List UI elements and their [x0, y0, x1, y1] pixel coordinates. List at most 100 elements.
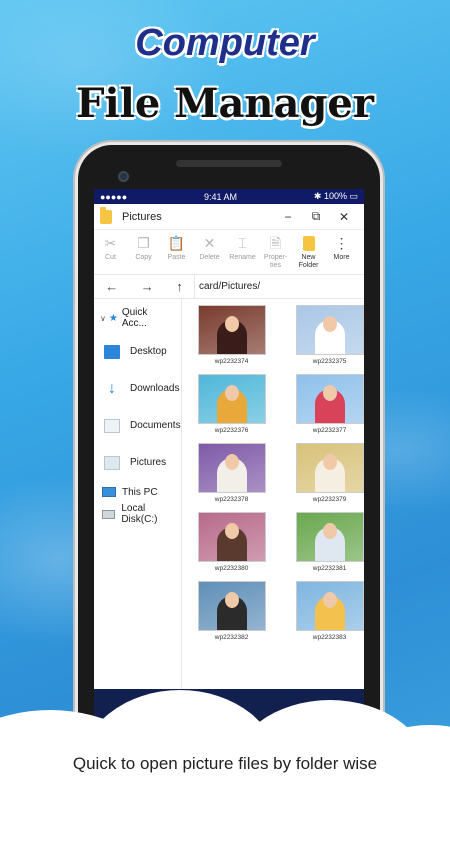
properties-button[interactable]: 🗎 Proper- ties	[259, 234, 292, 270]
image-thumbnail	[197, 374, 266, 424]
sidebar-item-label: Downloads	[130, 383, 180, 394]
ribbon-label: More	[333, 254, 350, 261]
sidebar-item-label: This PC	[122, 486, 158, 498]
rename-icon: ⌶	[238, 235, 247, 251]
delete-icon: ✕	[203, 235, 216, 251]
explorer-body: ∨ ★ Quick Acc... Desktop ↓ Downloads Doc…	[94, 299, 364, 689]
ribbon-label: Paste	[167, 254, 186, 261]
maximize-button[interactable]: ⧉	[302, 209, 330, 224]
file-name: wp2232378	[214, 496, 249, 503]
image-thumbnail	[295, 581, 364, 631]
file-item[interactable]: wp2232378	[190, 443, 274, 506]
window-titlebar: Pictures − ⧉ ✕	[94, 204, 364, 230]
sidebar-item-label: Pictures	[130, 457, 167, 468]
sidebar-item-label: Desktop	[130, 346, 167, 357]
more-icon: ⋮	[334, 235, 349, 251]
forward-arrow-icon[interactable]: →	[141, 279, 154, 294]
download-icon: ↓	[108, 379, 116, 397]
paste-button[interactable]: 📋 Paste	[160, 234, 193, 262]
ribbon-label: Cut	[105, 254, 116, 261]
up-arrow-icon[interactable]: ↑	[176, 279, 183, 294]
scissors-icon: ✂	[104, 235, 117, 251]
address-bar[interactable]: card/Pictures/	[194, 274, 364, 299]
status-bar: ●●●●● 9:41 AM ✱ 100% ▭	[94, 189, 364, 204]
disk-drive-icon	[102, 509, 116, 519]
headline-title: Computer	[135, 22, 315, 64]
signal-indicator: ●●●●●	[100, 191, 128, 202]
sidebar-item-label: Documents	[130, 420, 181, 431]
sidebar-item-documents[interactable]: Documents	[94, 407, 181, 444]
headline-subtitle: File Manager	[76, 80, 374, 127]
scissors-button[interactable]: ✂ Cut	[94, 234, 127, 262]
phone-camera	[118, 171, 129, 182]
new-folder-button[interactable]: New Folder	[292, 234, 325, 270]
image-thumbnail	[197, 512, 266, 562]
ribbon-toolbar: ✂ Cut ❐ Copy 📋 Paste ✕ Delete ⌶ Rename 🗎 Proper- ti…	[94, 230, 364, 275]
file-item[interactable]: wp2232381	[288, 512, 364, 575]
promo-caption: Quick to open picture files by folder wi…	[72, 754, 378, 773]
file-item[interactable]: wp2232377	[288, 374, 364, 437]
sidebar-item-local-disk[interactable]: Local Disk(C:)	[94, 503, 181, 525]
file-item[interactable]: wp2232382	[190, 581, 274, 644]
navigation-pane: ∨ ★ Quick Acc... Desktop ↓ Downloads Doc…	[94, 299, 182, 689]
file-name: wp2232375	[312, 358, 347, 365]
quick-access-label: Quick Acc...	[121, 307, 148, 329]
sidebar-item-pictures[interactable]: Pictures	[94, 444, 181, 481]
file-item[interactable]: wp2232376	[190, 374, 274, 437]
computer-icon	[102, 487, 116, 497]
ribbon-label: Delete	[199, 254, 220, 261]
ribbon-label: Proper- ties	[263, 254, 288, 269]
minimize-button[interactable]: −	[274, 210, 302, 224]
clouds-decoration	[0, 670, 450, 860]
file-item[interactable]: wp2232380	[190, 512, 274, 575]
file-name: wp2232381	[312, 565, 347, 572]
sidebar-item-downloads[interactable]: ↓ Downloads	[94, 370, 181, 407]
file-item[interactable]: wp2232383	[288, 581, 364, 644]
image-thumbnail	[295, 512, 364, 562]
close-button[interactable]: ✕	[330, 210, 358, 224]
star-icon: ★	[108, 312, 118, 324]
copy-icon: ❐	[137, 235, 150, 251]
file-name: wp2232382	[214, 634, 249, 641]
more-button[interactable]: ⋮ More	[325, 234, 358, 262]
sidebar-item-desktop[interactable]: Desktop	[94, 333, 181, 370]
documents-icon	[104, 418, 120, 433]
image-thumbnail	[295, 374, 364, 424]
sidebar-item-this-pc[interactable]: This PC	[94, 481, 181, 503]
file-name: wp2232376	[214, 427, 249, 434]
back-arrow-icon[interactable]: ←	[105, 279, 118, 294]
navigation-bar: ← → ↑ card/Pictures/	[94, 274, 364, 299]
copy-button[interactable]: ❐ Copy	[127, 234, 160, 262]
pictures-icon	[104, 455, 120, 470]
file-item[interactable]: wp2232375	[288, 305, 364, 368]
ribbon-label: New Folder	[298, 254, 319, 269]
file-item[interactable]: wp2232379	[288, 443, 364, 506]
chevron-down-icon: ∨	[100, 313, 106, 323]
new-folder-icon	[302, 234, 315, 252]
file-grid: wp2232374 wp2232375 wp2232376 wp2232377 wp22…	[182, 299, 364, 689]
file-name: wp2232377	[312, 427, 347, 434]
rename-button[interactable]: ⌶ Rename	[226, 234, 259, 262]
folder-icon	[100, 206, 112, 224]
paste-icon: 📋	[167, 235, 186, 251]
quick-access[interactable]: ∨ ★ Quick Acc...	[94, 303, 181, 333]
image-thumbnail	[295, 305, 364, 355]
image-thumbnail	[197, 443, 266, 493]
image-thumbnail	[197, 305, 266, 355]
window-title: Pictures	[122, 210, 162, 223]
sidebar-item-label: Local Disk(C:)	[121, 503, 158, 525]
desktop-icon	[104, 344, 120, 359]
image-thumbnail	[295, 443, 364, 493]
image-thumbnail	[197, 581, 266, 631]
ribbon-label: Rename	[229, 254, 256, 261]
properties-icon: 🗎	[269, 235, 282, 251]
delete-button[interactable]: ✕ Delete	[193, 234, 226, 262]
file-name: wp2232383	[312, 634, 347, 641]
file-name: wp2232379	[312, 496, 347, 503]
battery-indicator: ✱ 100% ▭	[313, 191, 358, 201]
file-name: wp2232374	[214, 358, 249, 365]
phone-earpiece	[176, 160, 282, 167]
file-name: wp2232380	[214, 565, 249, 572]
file-item[interactable]: wp2232374	[190, 305, 274, 368]
status-time: 9:41 AM	[204, 191, 238, 202]
